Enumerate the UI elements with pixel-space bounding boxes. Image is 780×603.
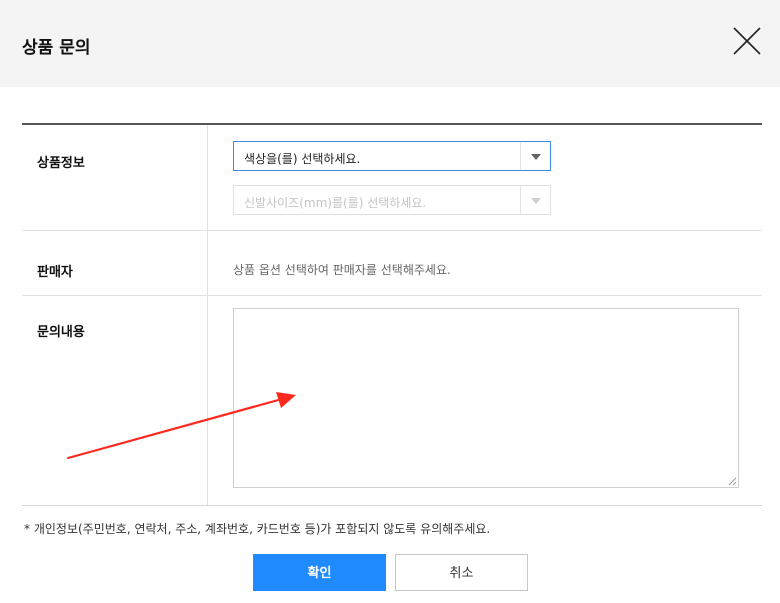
privacy-notice: * 개인정보(주민번호, 연락처, 주소, 계좌번호, 카드번호 등)가 포함되… xyxy=(24,522,491,536)
resize-grip-icon[interactable] xyxy=(727,476,737,486)
close-icon xyxy=(733,27,761,55)
chevron-down-icon xyxy=(531,154,541,160)
confirm-button[interactable]: 확인 xyxy=(253,554,386,591)
chevron-down-icon xyxy=(531,198,541,204)
cancel-button[interactable]: 취소 xyxy=(395,554,528,591)
size-select-toggle xyxy=(520,186,550,214)
seller-text: 상품 옵션 선택하여 판매자를 선택해주세요. xyxy=(233,263,451,277)
dialog-header: 상품 문의 xyxy=(0,0,780,87)
seller-label: 판매자 xyxy=(37,265,73,280)
color-select[interactable]: 색상을(를) 선택하세요. xyxy=(233,141,551,171)
size-select-value: 신발사이즈(mm)를(를) 선택하세요. xyxy=(244,196,427,210)
inquiry-label: 문의내용 xyxy=(37,325,85,340)
inquiry-textarea[interactable] xyxy=(233,308,739,488)
dialog-title: 상품 문의 xyxy=(22,38,91,58)
close-button[interactable] xyxy=(730,24,764,58)
size-select: 신발사이즈(mm)를(를) 선택하세요. xyxy=(233,185,551,215)
row-divider xyxy=(22,295,762,296)
product-info-label: 상품정보 xyxy=(37,156,85,171)
row-divider xyxy=(22,230,762,231)
color-select-toggle[interactable] xyxy=(520,142,550,170)
inquiry-form-table: 상품정보 색상을(를) 선택하세요. 신발사이즈(mm)를(를) 선택하세요. … xyxy=(22,123,762,506)
column-divider xyxy=(207,125,208,505)
color-select-value: 색상을(를) 선택하세요. xyxy=(244,152,361,166)
